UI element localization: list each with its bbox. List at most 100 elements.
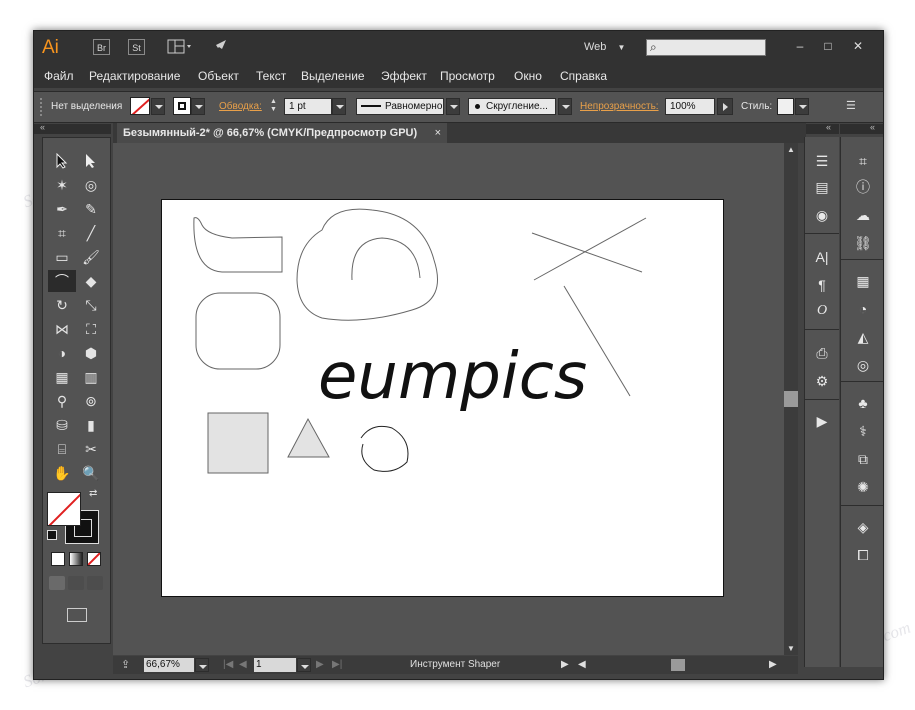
mesh-tool-icon[interactable]: ▦: [48, 366, 76, 388]
opacity-label[interactable]: Непрозрачность:: [580, 101, 659, 112]
draw-normal-icon[interactable]: [49, 576, 65, 590]
artboard[interactable]: eumpics: [161, 199, 724, 597]
screen-mode-icon[interactable]: [67, 608, 87, 622]
stock-button[interactable]: St: [128, 39, 145, 55]
minimize-icon[interactable]: –: [786, 36, 814, 56]
color-mode-button[interactable]: [51, 552, 65, 566]
rectangle-tool-icon[interactable]: ▭: [48, 246, 76, 268]
horizontal-scroll-thumb[interactable]: [671, 659, 685, 671]
tools-collapse-bar[interactable]: «: [34, 122, 111, 134]
draw-inside-icon[interactable]: [87, 576, 103, 590]
zoom-dropdown[interactable]: [195, 658, 209, 672]
tab-close-icon[interactable]: ×: [435, 123, 441, 143]
scroll-down-icon[interactable]: ▼: [787, 644, 795, 653]
type-tool-icon[interactable]: ⌗: [48, 222, 76, 244]
none-mode-button[interactable]: [87, 552, 101, 566]
dock1-collapse-bar[interactable]: «: [804, 122, 839, 134]
slice-tool-icon[interactable]: ✂: [77, 438, 105, 460]
magic-wand-tool-icon[interactable]: ✶: [48, 174, 76, 196]
appearance-panel-icon[interactable]: ◎: [851, 355, 875, 375]
last-artboard-icon[interactable]: ▶|: [332, 659, 342, 670]
menu-effect[interactable]: Эффект: [381, 69, 427, 83]
first-artboard-icon[interactable]: |◀: [223, 659, 233, 670]
bridge-button[interactable]: Br: [93, 39, 110, 55]
lasso-tool-icon[interactable]: ◎: [77, 174, 105, 196]
line-segment-tool-icon[interactable]: ╱: [77, 222, 105, 244]
width-tool-icon[interactable]: ⋈: [48, 318, 76, 340]
artboard-tool-icon[interactable]: ⌸: [48, 438, 76, 460]
transparency-panel-icon[interactable]: ◉: [810, 205, 834, 225]
menu-window[interactable]: Окно: [514, 69, 542, 83]
selection-tool-icon[interactable]: [48, 150, 76, 172]
vertical-scrollbar[interactable]: ▲ ▼: [784, 143, 798, 655]
hand-tool-icon[interactable]: ✋: [48, 462, 76, 484]
stroke-panel-icon[interactable]: ✺: [851, 477, 875, 497]
info-panel-icon[interactable]: ⓘ: [851, 177, 875, 197]
stroke-weight-stepper[interactable]: ▲ ▼: [270, 98, 282, 115]
blend-tool-icon[interactable]: ⊚: [77, 390, 105, 412]
panel-menu-icon[interactable]: ☰: [846, 99, 856, 112]
arrange-documents-icon[interactable]: [167, 39, 193, 55]
pen-tool-icon[interactable]: ✒: [48, 198, 76, 220]
libraries-panel-icon[interactable]: ☁: [851, 205, 875, 225]
draw-behind-icon[interactable]: [68, 576, 84, 590]
perspective-grid-tool-icon[interactable]: ⬢: [77, 342, 105, 364]
curvature-tool-icon[interactable]: ✎: [77, 198, 105, 220]
share-icon[interactable]: ⇪: [121, 658, 130, 671]
rotate-tool-icon[interactable]: ↻: [48, 294, 76, 316]
document-tab[interactable]: Безымянный-2* @ 66,67% (CMYK/Предпросмот…: [117, 123, 447, 143]
properties-panel-icon[interactable]: ☰: [810, 151, 834, 171]
layers-panel-icon[interactable]: ◈: [851, 517, 875, 537]
free-transform-tool-icon[interactable]: ⛶: [77, 318, 105, 340]
canvas-area[interactable]: eumpics: [113, 143, 784, 655]
menu-view[interactable]: Просмотр: [440, 69, 495, 83]
links-panel-icon[interactable]: ⛓: [851, 233, 875, 253]
style-dropdown[interactable]: [795, 98, 809, 115]
eyedropper-tool-icon[interactable]: ⚲: [48, 390, 76, 412]
scroll-right-icon[interactable]: ▶: [769, 659, 777, 670]
direct-selection-tool-icon[interactable]: [77, 150, 105, 172]
color-guide-panel-icon[interactable]: ◭: [851, 327, 875, 347]
paintbrush-tool-icon[interactable]: 🖌: [77, 246, 105, 268]
artboard-number-field[interactable]: 1: [254, 658, 296, 672]
stroke-dropdown[interactable]: [191, 98, 205, 115]
opacity-arrow-icon[interactable]: [717, 98, 733, 115]
stroke-weight-field[interactable]: 1 pt: [284, 98, 332, 115]
shaper-tool-icon[interactable]: ⌒: [48, 270, 76, 292]
play-panel-icon[interactable]: ▶: [810, 411, 834, 431]
transform-panel-icon[interactable]: ⌗: [851, 151, 875, 171]
menu-object[interactable]: Объект: [198, 69, 239, 83]
opacity-field[interactable]: 100%: [665, 98, 715, 115]
gradient-panel-icon[interactable]: ▤: [810, 177, 834, 197]
stroke-profile-dropdown[interactable]: [446, 98, 460, 115]
color-panel-icon[interactable]: ◔: [851, 299, 875, 319]
stroke-weight-dropdown[interactable]: [332, 98, 346, 115]
close-icon[interactable]: ✕: [836, 36, 880, 56]
menu-select[interactable]: Выделение: [301, 69, 365, 83]
brush-field[interactable]: Скругление...: [468, 98, 556, 115]
stroke-swatch[interactable]: [173, 97, 191, 115]
stroke-label[interactable]: Обводка:: [219, 101, 262, 112]
symbols-panel-icon[interactable]: ♣: [851, 393, 875, 413]
shape-builder-tool-icon[interactable]: ◑: [48, 342, 76, 364]
gpu-rocket-icon[interactable]: [210, 38, 230, 56]
dock2-collapse-bar[interactable]: «: [840, 122, 883, 134]
scroll-left-icon[interactable]: ◀: [578, 659, 586, 670]
search-input[interactable]: ⌕: [646, 39, 766, 56]
menu-type[interactable]: Текст: [256, 69, 286, 83]
paragraph-panel-icon[interactable]: ¶: [810, 275, 834, 295]
default-colors-icon[interactable]: [47, 530, 57, 540]
status-menu-icon[interactable]: ▶: [561, 659, 569, 670]
character-panel-icon[interactable]: A|: [810, 247, 834, 267]
artboards-panel-icon[interactable]: ⧠: [851, 545, 875, 565]
swap-colors-icon[interactable]: ⇄: [89, 488, 97, 499]
menu-edit[interactable]: Редактирование: [89, 69, 180, 83]
symbol-sprayer-tool-icon[interactable]: ⛁: [48, 414, 76, 436]
gradient-tool-icon[interactable]: ▥: [77, 366, 105, 388]
previous-artboard-icon[interactable]: ◀: [239, 659, 247, 670]
artboard-dropdown[interactable]: [297, 658, 311, 672]
image-trace-panel-icon[interactable]: ⎙: [810, 343, 834, 363]
swatches-panel-icon[interactable]: ▦: [851, 271, 875, 291]
opentype-panel-icon[interactable]: O: [810, 301, 834, 321]
style-swatch[interactable]: [777, 98, 794, 115]
